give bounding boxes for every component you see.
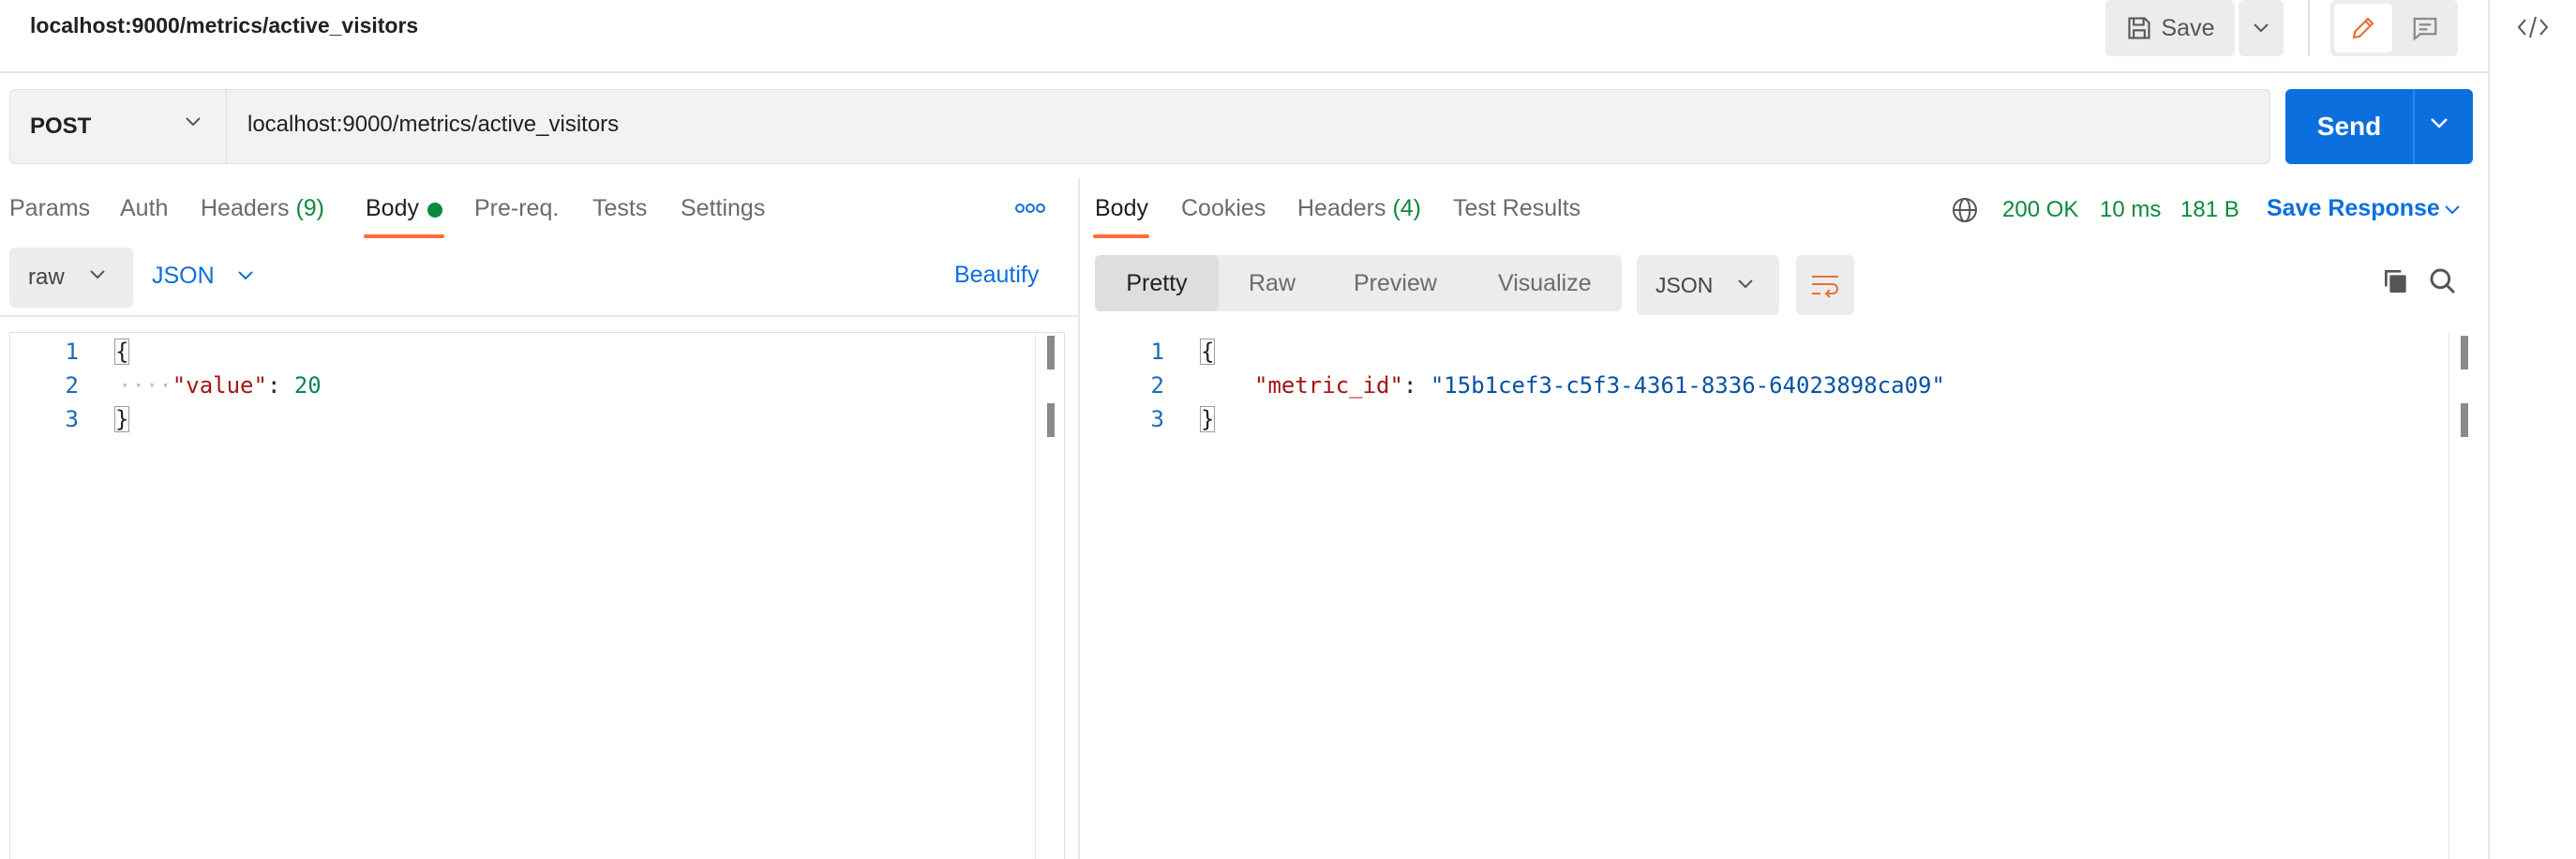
comment-mode-button[interactable] <box>2396 4 2454 53</box>
body-mode-select[interactable]: raw <box>9 248 133 308</box>
tab-auth[interactable]: Auth <box>120 195 168 222</box>
body-language-select[interactable]: JSON <box>152 263 215 290</box>
line-number: 3 <box>1150 406 1164 432</box>
headers-count: (9) <box>295 195 325 221</box>
chevron-down-icon <box>2254 23 2269 33</box>
line-number: 2 <box>65 372 79 399</box>
scroll-marker <box>2461 336 2468 369</box>
chevron-down-icon <box>90 270 105 279</box>
view-preview[interactable]: Preview <box>1354 270 1437 297</box>
view-visualize[interactable]: Visualize <box>1498 270 1592 297</box>
search-icon[interactable] <box>2428 266 2458 296</box>
save-label: Save <box>2161 14 2215 41</box>
response-time[interactable]: 10 ms <box>2100 197 2161 223</box>
response-viewer-scrollbar[interactable] <box>2449 332 2477 859</box>
save-options-button[interactable] <box>2239 0 2284 56</box>
scroll-marker <box>2461 403 2468 437</box>
tab-tests[interactable]: Tests <box>592 195 647 222</box>
response-body-viewer[interactable] <box>1080 332 2475 859</box>
json-key: "value" <box>172 372 267 399</box>
view-raw[interactable]: Raw <box>1249 270 1295 297</box>
globe-icon[interactable] <box>1950 195 1980 225</box>
line-number: 1 <box>65 339 79 365</box>
view-pretty[interactable]: Pretty <box>1095 255 1219 311</box>
active-tab-indicator <box>364 234 444 238</box>
scroll-marker <box>1047 336 1055 369</box>
json-value: "15b1cef3-c5f3-4361-8336-64023898ca09" <box>1430 372 1945 399</box>
chevron-down-icon <box>1738 279 1753 289</box>
tab-params[interactable]: Params <box>9 195 90 222</box>
code-snippet-icon[interactable] <box>2516 13 2550 41</box>
tab-headers[interactable]: Headers (9) <box>201 195 324 222</box>
wrap-lines-button[interactable] <box>1796 255 1854 315</box>
line-number: 1 <box>1150 339 1164 365</box>
tab-test-results[interactable]: Test Results <box>1453 195 1580 222</box>
save-icon <box>2127 17 2150 39</box>
tab-response-body[interactable]: Body <box>1095 195 1148 222</box>
body-modified-dot <box>427 203 442 218</box>
right-sidebar-divider <box>2488 0 2490 859</box>
scroll-marker <box>1047 403 1055 437</box>
save-response-button[interactable]: Save Response <box>2267 195 2440 222</box>
json-colon: : <box>266 372 294 399</box>
code-open-brace: { <box>1200 339 1216 365</box>
header-divider <box>0 71 2488 73</box>
json-key: "metric_id" <box>1254 372 1403 399</box>
json-colon: : <box>1402 372 1430 399</box>
request-toolbar-divider <box>0 315 1078 317</box>
tab-prerequest[interactable]: Pre-req. <box>474 195 559 222</box>
status-code[interactable]: 200 OK <box>2002 197 2078 223</box>
beautify-button[interactable]: Beautify <box>954 262 1039 289</box>
send-button[interactable]: Send <box>2285 89 2413 164</box>
line-number: 2 <box>1150 372 1164 399</box>
more-options-icon[interactable] <box>1014 201 1046 216</box>
tab-body[interactable]: Body <box>366 195 419 222</box>
active-tab-indicator <box>1093 234 1149 238</box>
indent-guide: ···· <box>118 372 172 399</box>
request-body-editor[interactable] <box>9 332 1065 859</box>
send-divider <box>2413 89 2415 164</box>
code-line: ····"value": 20 <box>118 372 322 399</box>
edit-mode-button[interactable] <box>2334 4 2392 53</box>
chevron-down-icon <box>238 271 253 280</box>
tab-cookies[interactable]: Cookies <box>1181 195 1266 222</box>
response-size[interactable]: 181 B <box>2180 197 2239 223</box>
code-open-brace: { <box>114 339 130 365</box>
send-options-chevron-icon[interactable] <box>2428 116 2450 129</box>
pencil-icon <box>2352 17 2374 39</box>
request-title: localhost:9000/metrics/active_visitors <box>30 13 419 38</box>
copy-icon[interactable] <box>2381 266 2411 296</box>
toolbar-divider <box>2308 0 2310 56</box>
chevron-down-icon <box>186 117 201 127</box>
save-button[interactable]: Save <box>2105 0 2235 56</box>
request-editor-scrollbar[interactable] <box>1035 332 1065 859</box>
wrap-lines-icon <box>1812 276 1838 298</box>
chevron-down-icon[interactable] <box>2443 204 2462 216</box>
tab-response-headers-label: Headers <box>1297 195 1386 221</box>
url-input[interactable]: localhost:9000/metrics/active_visitors <box>247 112 619 138</box>
code-close-brace: } <box>1200 406 1216 432</box>
tab-headers-label: Headers <box>201 195 290 221</box>
comment-icon <box>2413 17 2437 41</box>
response-headers-count: (4) <box>1392 195 1422 221</box>
json-value: 20 <box>293 372 322 399</box>
code-line: "metric_id": "15b1cef3-c5f3-4361-8336-64… <box>1254 372 1945 399</box>
code-close-brace: } <box>114 406 130 432</box>
tab-settings[interactable]: Settings <box>681 195 765 222</box>
response-format-select[interactable]: JSON <box>1637 255 1779 315</box>
tab-response-headers[interactable]: Headers (4) <box>1297 195 1421 222</box>
line-number: 3 <box>65 406 79 432</box>
